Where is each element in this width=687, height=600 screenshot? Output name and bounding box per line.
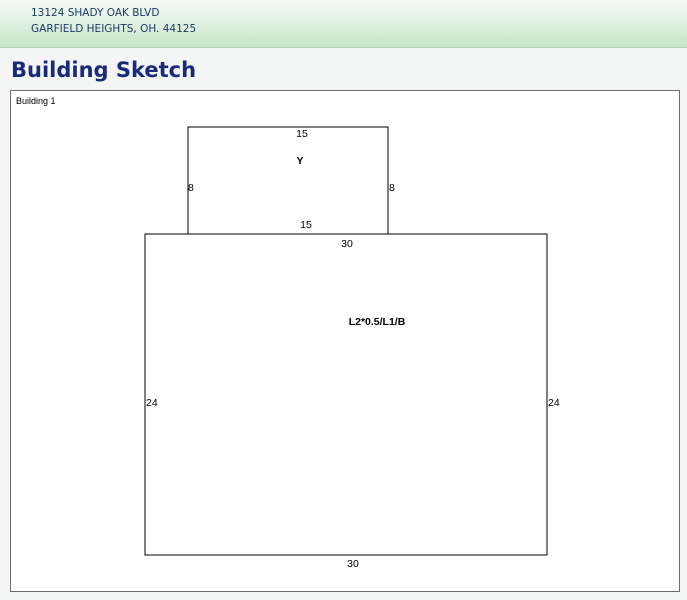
main-section-left-dimension: 24 (146, 397, 158, 409)
address-line-2: GARFIELD HEIGHTS, OH. 44125 (31, 23, 197, 35)
main-section-area-label: L2*0.5/L1/B (349, 316, 406, 328)
main-section-right-dimension: 24 (548, 397, 560, 409)
page-title: Building Sketch (11, 58, 197, 82)
upper-section-right-dimension: 8 (389, 182, 395, 194)
main-section-top-dimension: 30 (341, 238, 353, 250)
address-line-1: 13124 SHADY OAK BLVD (31, 7, 160, 19)
sketch-panel: Building 1 15 Y 8 8 15 30 L2*0.5/L1/B 24… (10, 90, 680, 592)
upper-section-top-dimension: 15 (296, 128, 308, 140)
building-sketch-drawing: Building 1 15 Y 8 8 15 30 L2*0.5/L1/B 24… (16, 96, 560, 570)
upper-section-bottom-dimension: 15 (300, 219, 312, 231)
upper-section-outline (187, 126, 389, 235)
upper-section-area-label: Y (296, 155, 303, 167)
main-section-bottom-dimension: 30 (347, 558, 359, 570)
main-section-outline (144, 233, 548, 556)
upper-section-left-dimension: 8 (188, 182, 194, 194)
header-band: 13124 SHADY OAK BLVD GARFIELD HEIGHTS, O… (0, 0, 687, 48)
building-label: Building 1 (16, 96, 56, 106)
